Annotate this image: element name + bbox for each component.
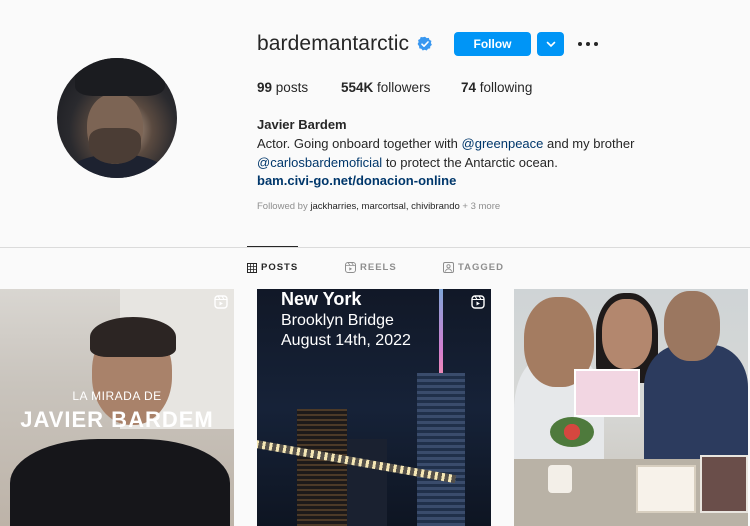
following-stat[interactable]: 74 following [461,80,532,95]
followed-by-prefix: Followed by [257,201,311,212]
post-3-person-shape [644,345,748,465]
verified-badge-icon [417,36,432,51]
profile-full-name: Javier Bardem [257,117,347,132]
posts-label: posts [275,80,309,95]
followed-by-names: jackharries, marcortsal, chivibrando [310,201,460,212]
post-2-line-2: Brooklyn Bridge [281,312,394,329]
post-thumbnail-3[interactable] [514,289,748,526]
tab-posts[interactable]: POSTS [247,262,298,273]
chevron-down-icon [546,41,555,48]
mention-carlosbardemoficial[interactable]: @carlosbardemoficial [257,155,382,170]
profile-avatar[interactable] [57,58,177,178]
post-3-held-photo [574,369,640,417]
post-3-person-head [602,299,652,369]
follow-button[interactable]: Follow [454,32,531,56]
post-2-building-shape [347,439,387,526]
followers-count: 554K [341,80,374,95]
bio-text: to protect the Antarctic ocean. [382,155,558,170]
post-3-photo-frame [636,465,696,513]
post-2-line-3: August 14th, 2022 [281,332,411,349]
tabs-divider [0,247,750,248]
avatar-beard-shape [89,128,141,164]
tab-reels-label: REELS [360,262,397,273]
post-3-flowers-shape [550,417,594,447]
posts-count: 99 [257,80,273,95]
reel-indicator-icon [471,295,485,309]
bio-line-2: @carlosbardemoficial to protect the Anta… [257,153,558,172]
tagged-icon [443,262,454,273]
post-2-building-shape [297,409,347,526]
tab-posts-label: POSTS [261,262,299,273]
tab-reels[interactable]: REELS [345,262,397,273]
post-thumbnail-2[interactable]: New York Brooklyn Bridge August 14th, 20… [257,289,491,526]
active-tab-indicator [247,246,298,247]
post-2-spire-shape [439,289,443,375]
tab-tagged[interactable]: TAGGED [443,262,504,273]
tab-tagged-label: TAGGED [458,262,504,273]
more-options-icon[interactable] [578,36,598,52]
post-2-line-1: New York [281,289,362,309]
post-1-hair-shape [90,317,176,357]
following-count: 74 [461,80,477,95]
bio-line-1: Actor. Going onboard together with @gree… [257,134,634,153]
post-1-overlay-title: JAVIER BARDEM [20,407,214,432]
post-thumbnail-1[interactable]: LA MIRADA DE JAVIER BARDEM [0,289,234,526]
grid-icon [247,262,257,273]
reels-icon [345,262,356,273]
post-3-candle-shape [548,465,572,493]
bio-text: Actor. Going onboard together with [257,136,462,151]
post-1-overlay-small: LA MIRADA DE [72,389,162,403]
post-3-person-head [664,291,720,361]
bio-text: and my brother [543,136,635,151]
mention-greenpeace[interactable]: @greenpeace [462,136,544,151]
posts-stat: 99 posts [257,80,308,95]
followed-by-text[interactable]: Followed by jackharries, marcortsal, chi… [257,201,500,212]
followers-stat[interactable]: 554K followers [341,80,430,95]
following-label: following [479,80,533,95]
post-2-tower-shape [417,373,465,526]
profile-website-link[interactable]: bam.civi-go.net/donacion-online [257,173,456,188]
avatar-beanie-shape [75,58,165,96]
reel-indicator-icon [214,295,228,309]
suggested-accounts-dropdown-button[interactable] [537,32,564,56]
post-1-shirt-shape [10,439,230,526]
followed-by-more: + 3 more [459,201,501,212]
followers-label: followers [377,80,431,95]
post-3-photo-frame [700,455,748,513]
profile-username: bardemantarctic [257,32,410,55]
